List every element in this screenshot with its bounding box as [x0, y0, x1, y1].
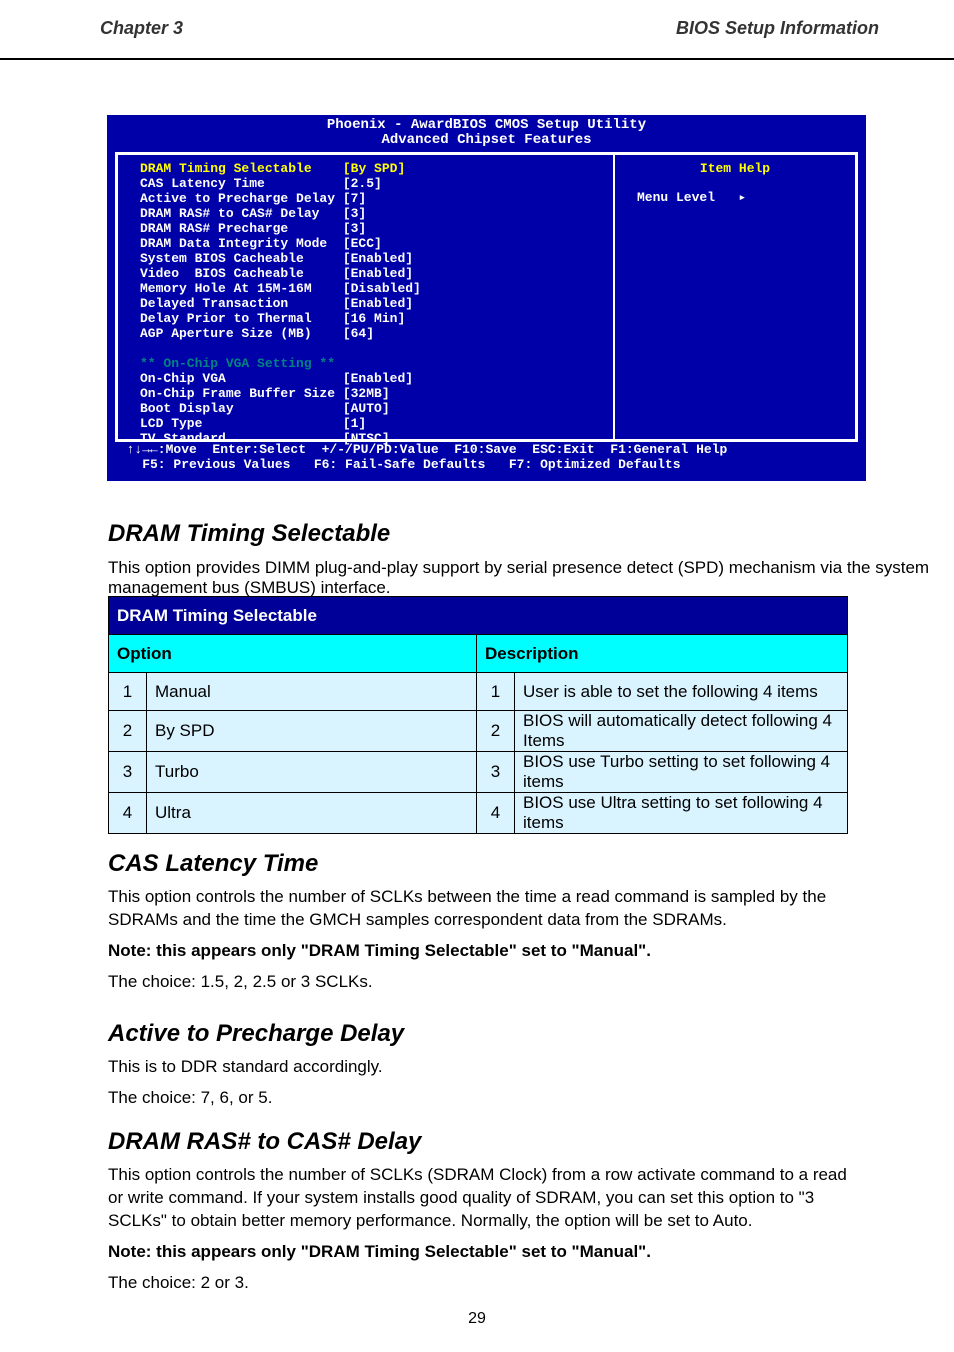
row-num: 4	[109, 793, 147, 834]
ras-cas-title: DRAM RAS# to CAS# Delay	[108, 1128, 848, 1156]
row-option: Manual	[147, 673, 477, 711]
section-dram-timing: DRAM Timing Selectable This option provi…	[108, 520, 954, 598]
table-header-row: DRAM Timing Selectable	[109, 597, 848, 635]
cas-latency-body: This option controls the number of SCLKs…	[108, 886, 848, 932]
header-right: BIOS Setup Information	[676, 18, 879, 48]
dram-options-table: DRAM Timing Selectable Option Descriptio…	[108, 596, 848, 834]
item-help-label: Item Help	[625, 161, 845, 176]
row-num: 1	[109, 673, 147, 711]
table-title: DRAM Timing Selectable	[109, 597, 848, 635]
cas-latency-note: Note: this appears only "DRAM Timing Sel…	[108, 940, 848, 963]
ras-cas-body: This option controls the number of SCLKs…	[108, 1164, 848, 1233]
row-desc: User is able to set the following 4 item…	[515, 673, 848, 711]
bios-footer-help: ↑↓→←:Move Enter:Select +/-/PU/PD:Value F…	[107, 442, 866, 472]
row-num: 3	[109, 752, 147, 793]
row-option: Turbo	[147, 752, 477, 793]
row-num: 2	[109, 711, 147, 752]
row-desc: BIOS will automatically detect following…	[515, 711, 848, 752]
cas-latency-title: CAS Latency Time	[108, 850, 848, 878]
row-num2: 1	[477, 673, 515, 711]
table-row: 3Turbo3BIOS use Turbo setting to set fol…	[109, 752, 848, 793]
bios-title: Phoenix - AwardBIOS CMOS Setup Utility A…	[107, 115, 866, 148]
col-option: Option	[109, 635, 477, 673]
bios-screenshot: Phoenix - AwardBIOS CMOS Setup Utility A…	[107, 115, 866, 481]
table-row: 4Ultra4BIOS use Ultra setting to set fol…	[109, 793, 848, 834]
dram-timing-title: DRAM Timing Selectable	[108, 520, 390, 547]
table-subheader-row: Option Description	[109, 635, 848, 673]
table-row: 2By SPD2BIOS will automatically detect f…	[109, 711, 848, 752]
page-number: 29	[0, 1310, 954, 1328]
row-num2: 3	[477, 752, 515, 793]
row-desc: BIOS use Turbo setting to set following …	[515, 752, 848, 793]
bios-frame: DRAM Timing Selectable [By SPD] CAS Late…	[115, 152, 858, 442]
row-num2: 2	[477, 711, 515, 752]
row-option: Ultra	[147, 793, 477, 834]
ras-cas-choice: The choice: 2 or 3.	[108, 1272, 848, 1295]
header-left: Chapter 3	[100, 18, 183, 48]
active-precharge-title: Active to Precharge Delay	[108, 1020, 848, 1048]
bios-options-panel: DRAM Timing Selectable [By SPD] CAS Late…	[115, 155, 615, 439]
ras-cas-note: Note: this appears only "DRAM Timing Sel…	[108, 1241, 848, 1264]
active-precharge-body: This is to DDR standard accordingly.	[108, 1056, 848, 1079]
section-ras-cas-delay: DRAM RAS# to CAS# Delay This option cont…	[108, 1128, 848, 1295]
row-desc: BIOS use Ultra setting to set following …	[515, 793, 848, 834]
menu-level: Menu Level ▸	[625, 190, 845, 205]
chevron-right-icon: ▸	[738, 190, 746, 205]
section-active-precharge: Active to Precharge Delay This is to DDR…	[108, 1020, 848, 1110]
active-precharge-choice: The choice: 7, 6, or 5.	[108, 1087, 848, 1110]
dram-timing-body: This option provides DIMM plug-and-play …	[108, 558, 954, 598]
row-option: By SPD	[147, 711, 477, 752]
section-cas-latency: CAS Latency Time This option controls th…	[108, 850, 848, 994]
page-header: Chapter 3 BIOS Setup Information	[0, 12, 954, 60]
table-row: 1Manual1User is able to set the followin…	[109, 673, 848, 711]
row-num2: 4	[477, 793, 515, 834]
cas-latency-choice: The choice: 1.5, 2, 2.5 or 3 SCLKs.	[108, 971, 848, 994]
bios-help-panel: Item Help Menu Level ▸	[615, 155, 858, 439]
col-description: Description	[477, 635, 848, 673]
